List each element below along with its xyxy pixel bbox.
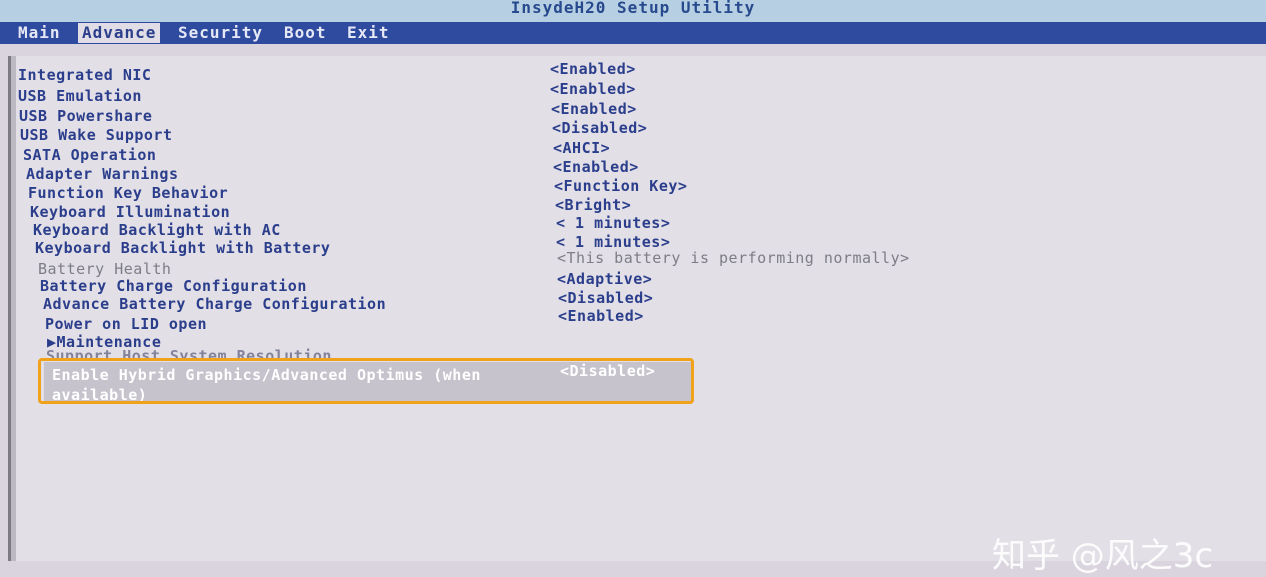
setting-battery-charge-config[interactable]: Battery Charge Configuration — [40, 277, 307, 295]
tab-main[interactable]: Main — [14, 23, 65, 43]
setting-function-key-behavior[interactable]: Function Key Behavior — [28, 184, 228, 202]
tab-security[interactable]: Security — [174, 23, 267, 43]
setting-keyboard-illumination-value[interactable]: <Bright> — [555, 196, 631, 214]
setting-keyboard-backlight-battery[interactable]: Keyboard Backlight with Battery — [35, 239, 330, 257]
setting-usb-emulation-value[interactable]: <Enabled> — [550, 80, 636, 98]
setting-usb-wake-support-value[interactable]: <Disabled> — [552, 119, 647, 137]
setting-advance-battery-charge-value[interactable]: <Disabled> — [558, 289, 653, 307]
setting-adapter-warnings[interactable]: Adapter Warnings — [26, 165, 179, 183]
setting-battery-health-value: <This battery is performing normally> — [557, 249, 910, 267]
setting-keyboard-backlight-ac-value[interactable]: < 1 minutes> — [556, 214, 670, 232]
setting-integrated-nic[interactable]: Integrated NIC — [18, 66, 151, 84]
tab-exit[interactable]: Exit — [343, 23, 394, 43]
setting-usb-wake-support[interactable]: USB Wake Support — [20, 126, 173, 144]
setting-advance-battery-charge[interactable]: Advance Battery Charge Configuration — [43, 295, 386, 313]
tab-advance[interactable]: Advance — [78, 23, 161, 43]
selection-highlight-box — [38, 358, 694, 404]
tab-boot[interactable]: Boot — [280, 23, 331, 43]
menu-bar: Main Advance Security Boot Exit — [0, 22, 1266, 44]
setting-keyboard-illumination[interactable]: Keyboard Illumination — [30, 203, 230, 221]
setting-usb-powershare[interactable]: USB Powershare — [19, 107, 152, 125]
setting-sata-operation-value[interactable]: <AHCI> — [553, 139, 610, 157]
setting-integrated-nic-value[interactable]: <Enabled> — [550, 60, 636, 78]
setting-battery-charge-config-value[interactable]: <Adaptive> — [557, 270, 652, 288]
setting-power-on-lid-open[interactable]: Power on LID open — [45, 315, 207, 333]
setting-sata-operation[interactable]: SATA Operation — [23, 146, 156, 164]
window-title: InsydeH20 Setup Utility — [0, 0, 1266, 22]
setting-battery-health: Battery Health — [38, 260, 172, 278]
setting-power-on-lid-open-value[interactable]: <Enabled> — [558, 307, 644, 325]
watermark-text: 知乎 @风之3c — [992, 536, 1214, 576]
setting-adapter-warnings-value[interactable]: <Enabled> — [553, 158, 639, 176]
setting-usb-powershare-value[interactable]: <Enabled> — [551, 100, 637, 118]
setting-function-key-behavior-value[interactable]: <Function Key> — [554, 177, 687, 195]
setting-usb-emulation[interactable]: USB Emulation — [18, 87, 142, 105]
setting-keyboard-backlight-ac[interactable]: Keyboard Backlight with AC — [33, 221, 281, 239]
